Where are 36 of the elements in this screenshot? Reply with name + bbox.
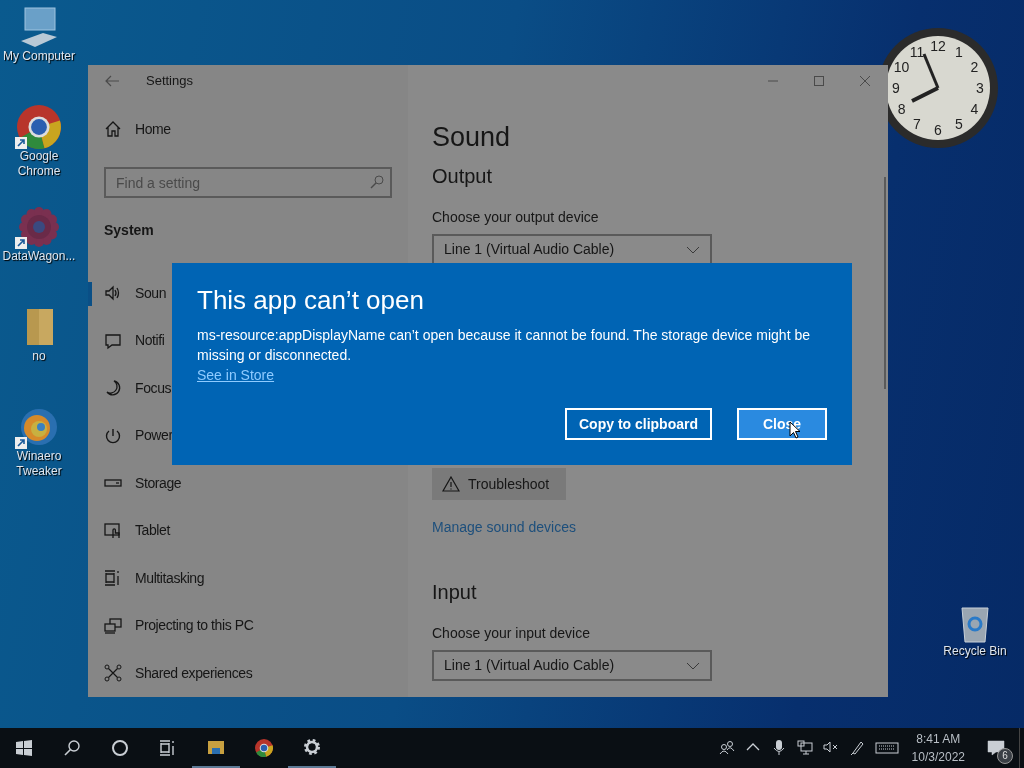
- date-text: 10/3/2022: [911, 749, 965, 766]
- nav-label: Shared experiences: [135, 663, 253, 683]
- field-label: Choose your input device: [432, 624, 591, 643]
- section-heading: Output: [432, 164, 494, 189]
- clock-numeral: 5: [955, 116, 963, 133]
- notification-badge: 6: [997, 748, 1013, 764]
- clock-numeral: 10: [893, 59, 910, 75]
- field-label: Choose your output device: [432, 208, 600, 227]
- nav-label: Focus: [135, 378, 172, 398]
- section-heading: System: [103, 221, 155, 241]
- clock-numeral: 8: [897, 101, 906, 117]
- time-text: 8:41 AM: [915, 731, 962, 748]
- clock-numeral: 12: [930, 38, 946, 54]
- clock-numeral: 2: [970, 59, 979, 75]
- nav-label: Notifi: [135, 331, 165, 351]
- clock-numeral: 7: [913, 116, 921, 133]
- clock-numeral: 11: [909, 43, 925, 60]
- clock-numeral: 1: [955, 43, 963, 60]
- clock-numeral: 9: [892, 80, 900, 96]
- nav-label: Home: [135, 119, 171, 139]
- nav-label: Tablet: [135, 521, 170, 541]
- nav-label: Soun: [135, 283, 167, 303]
- clock-numeral: 3: [976, 80, 984, 96]
- section-heading: Input: [432, 580, 478, 605]
- page-title: Sound: [432, 121, 512, 154]
- dialog-message: ms-resource:appDisplayName can’t open because it cannot be found. The storage device might be missing or disconnected.: [197, 326, 811, 366]
- nav-label: Multitasking: [135, 568, 205, 588]
- dropdown-value: Line 1 (Virtual Audio Cable): [444, 656, 615, 675]
- nav-label: Storage: [135, 473, 182, 493]
- clock-numeral: 4: [970, 101, 979, 117]
- clock-numeral: 6: [934, 122, 942, 138]
- nav-label: Projecting to this PC: [135, 616, 254, 636]
- nav-label: Power: [135, 426, 173, 446]
- window-title: Settings: [146, 72, 193, 91]
- dropdown-value: Line 1 (Virtual Audio Cable): [444, 240, 615, 259]
- dialog-title: This app can’t open: [197, 285, 425, 317]
